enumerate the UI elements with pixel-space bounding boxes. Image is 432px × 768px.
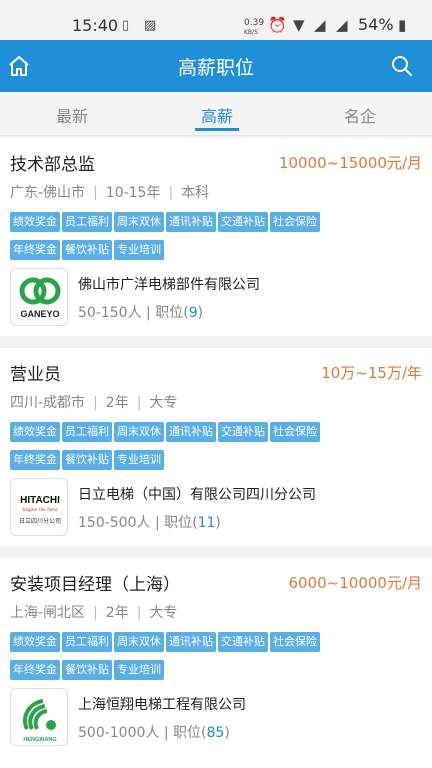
sim-icon: ▯ [122, 18, 130, 33]
benefit-tag: 专业培训 [114, 450, 164, 470]
company-name[interactable]: 佛山市广洋电梯部件有限公司 [78, 274, 260, 294]
svg-text:GANEYO: GANEYO [20, 309, 59, 319]
svg-text:Inspire the Next: Inspire the Next [22, 507, 58, 513]
benefit-tag: 餐饮补贴 [62, 450, 112, 470]
benefit-tag: 员工福利 [62, 632, 112, 652]
benefit-tags: 绩效奖金 员工福利 周末双休 通讯补贴 交通补贴 社会保险年终奖金 餐饮补贴 专业培训 [10, 210, 430, 266]
job-experience: 2年 [105, 395, 129, 411]
benefit-tag: 交通补贴 [218, 212, 268, 232]
benefit-tag: 年终奖金 [10, 660, 60, 680]
tab-bar: 最新 高薪 名企 [0, 92, 432, 136]
image-icon: ▨ [144, 18, 157, 33]
company-logo: HITACHI Inspire the Next 日立四川分公司 [10, 478, 68, 536]
app-bar: 高薪职位 [0, 40, 432, 92]
job-location: 上海-闸北区 [10, 605, 86, 621]
benefit-tag: 绩效奖金 [10, 632, 60, 652]
battery-level: 54% [358, 15, 394, 34]
benefit-tag: 专业培训 [114, 240, 164, 260]
job-card[interactable]: 技术部总监 10000~15000元/月 广东-佛山市 | 10-15年 | 本科 绩效… [0, 138, 432, 336]
tab-high-salary[interactable]: 高薪 [177, 103, 257, 127]
job-experience: 2年 [105, 605, 129, 621]
job-location: 四川-成都市 [10, 395, 86, 411]
benefit-tag: 绩效奖金 [10, 212, 60, 232]
job-education: 本科 [181, 185, 210, 201]
alarm-icon: ⏰ [268, 16, 287, 34]
signal-5g-icon: ◢ [314, 16, 326, 34]
page-title: 高薪职位 [177, 57, 254, 79]
benefit-tag: 员工福利 [62, 212, 112, 232]
job-salary: 6000~10000元/月 [288, 574, 422, 592]
job-title: 技术部总监 [10, 155, 95, 175]
svg-text:HITACHI: HITACHI [20, 495, 60, 506]
benefit-tag: 交通补贴 [218, 632, 268, 652]
company-meta: 150-500人 | 职位(11) [78, 515, 221, 531]
status-time: 15:40 [72, 16, 119, 35]
benefit-tag: 绩效奖金 [10, 422, 60, 442]
benefit-tag: 社会保险 [270, 632, 320, 652]
job-meta: 广东-佛山市 | 10-15年 | 本科 [10, 185, 210, 201]
active-tab-indicator [195, 128, 239, 131]
benefit-tag: 周末双休 [114, 422, 164, 442]
position-count: 9 [188, 305, 198, 321]
position-count: 85 [206, 725, 225, 741]
search-icon[interactable] [390, 54, 414, 78]
company-logo: HENGXIANG [10, 688, 68, 746]
benefit-tag: 通讯补贴 [166, 212, 216, 232]
benefit-tags: 绩效奖金 员工福利 周末双休 通讯补贴 交通补贴 社会保险年终奖金 餐饮补贴 专业培训 [10, 420, 430, 476]
benefit-tag: 社会保险 [270, 212, 320, 232]
job-location: 广东-佛山市 [10, 185, 86, 201]
benefit-tag: 社会保险 [270, 422, 320, 442]
svg-text:HENGXIANG: HENGXIANG [23, 737, 56, 743]
company-meta: 50-150人 | 职位(9) [78, 305, 204, 321]
signal-icon: ◢ [336, 16, 348, 34]
job-title: 营业员 [10, 365, 61, 385]
job-salary: 10万~15万/年 [321, 364, 422, 382]
wifi-icon: ▼ [293, 16, 305, 34]
company-name[interactable]: 上海恒翔电梯工程有限公司 [78, 694, 246, 714]
job-experience: 10-15年 [105, 185, 161, 201]
job-salary: 10000~15000元/月 [278, 154, 422, 172]
hengxiang-logo-icon: HENGXIANG [23, 699, 57, 743]
job-card[interactable]: 安装项目经理（上海） 6000~10000元/月 上海-闸北区 | 2年 | 大专 绩效… [0, 558, 432, 768]
benefit-tag: 通讯补贴 [166, 422, 216, 442]
benefit-tag: 通讯补贴 [166, 632, 216, 652]
benefit-tags: 绩效奖金 员工福利 周末双休 通讯补贴 交通补贴 社会保险年终奖金 餐饮补贴 专业培训 [10, 630, 430, 686]
job-meta: 上海-闸北区 | 2年 | 大专 [10, 605, 178, 621]
company-name[interactable]: 日立电梯（中国）有限公司四川分公司 [78, 484, 316, 504]
benefit-tag: 交通补贴 [218, 422, 268, 442]
battery-icon: ▮ [398, 16, 407, 34]
benefit-tag: 员工福利 [62, 422, 112, 442]
status-bar: 15:40 ▯ ▨ 0.39 KB/S ⏰ ▼ ◢ ◢ 54% ▮ [0, 0, 432, 40]
job-meta: 四川-成都市 | 2年 | 大专 [10, 395, 178, 411]
tab-famous-companies[interactable]: 名企 [320, 103, 400, 127]
position-count: 11 [197, 515, 216, 531]
benefit-tag: 专业培训 [114, 660, 164, 680]
benefit-tag: 年终奖金 [10, 450, 60, 470]
svg-text:日立四川分公司: 日立四川分公司 [19, 517, 61, 525]
hitachi-logo-icon: HITACHI Inspire the Next 日立四川分公司 [19, 495, 61, 525]
benefit-tag: 年终奖金 [10, 240, 60, 260]
tab-latest[interactable]: 最新 [32, 103, 112, 127]
network-speed: 0.39 KB/S [244, 18, 265, 37]
job-title: 安装项目经理（上海） [10, 575, 180, 595]
company-logo: GANEYO [10, 268, 68, 326]
benefit-tag: 周末双休 [114, 632, 164, 652]
job-education: 大专 [149, 395, 178, 411]
benefit-tag: 周末双休 [114, 212, 164, 232]
benefit-tag: 餐饮补贴 [62, 660, 112, 680]
job-education: 大专 [149, 605, 178, 621]
company-meta: 500-1000人 | 职位(85) [78, 725, 230, 741]
benefit-tag: 餐饮补贴 [62, 240, 112, 260]
job-card[interactable]: 营业员 10万~15万/年 四川-成都市 | 2年 | 大专 绩效奖金 员工福利 周末双休通… [0, 348, 432, 546]
ganeyo-logo-icon: GANEYO [19, 277, 61, 319]
